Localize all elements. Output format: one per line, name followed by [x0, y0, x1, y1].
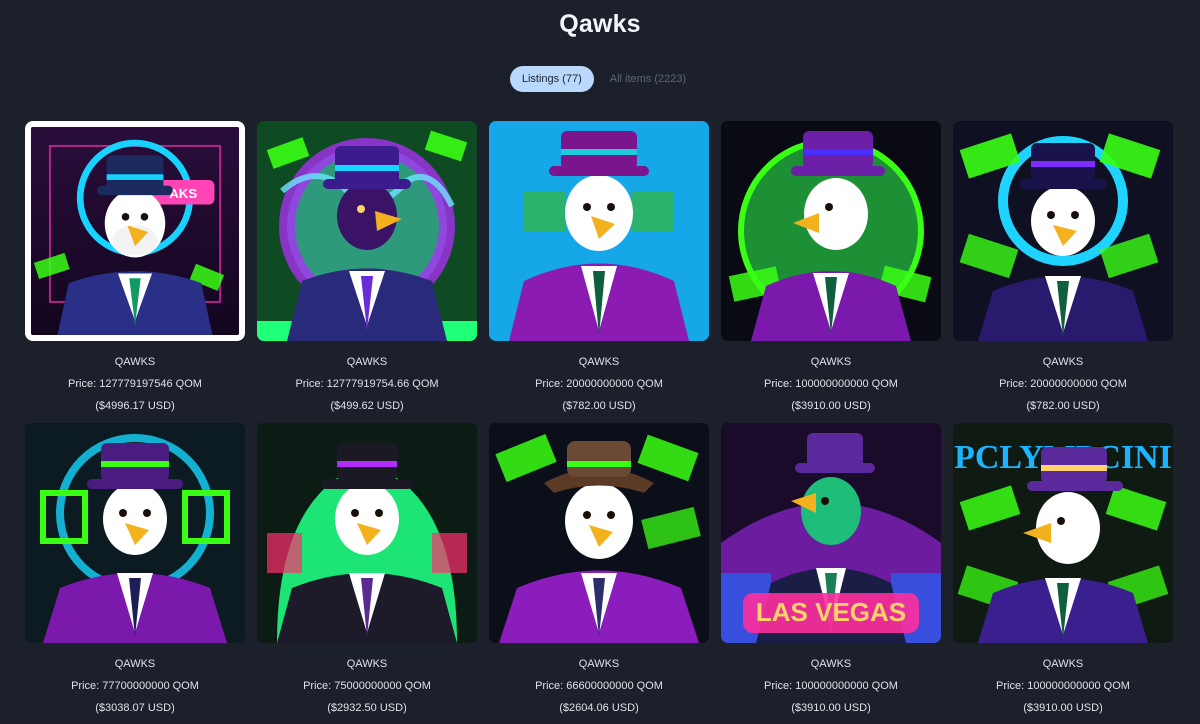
- item-price: Price: 66600000000 QOM: [535, 680, 663, 692]
- item-name: QAWKS: [1042, 356, 1084, 368]
- nft-card[interactable]: QAWKS Price: 75000000000 QOM ($2932.50 U…: [257, 423, 477, 715]
- eagle-portrait-image: [953, 121, 1173, 341]
- nft-card[interactable]: QAWKS Price: 77700000000 QOM ($3038.07 U…: [25, 423, 245, 715]
- art-sign-text: LAS VEGAS: [756, 597, 906, 627]
- items-grid: AKS QAWKS Price: 127779197546 QOM ($4996…: [25, 121, 1175, 715]
- item-name: QAWKS: [114, 658, 156, 670]
- nft-card[interactable]: QAWKS Price: 66600000000 QOM ($2604.06 U…: [489, 423, 709, 715]
- eagle-portrait-image: [257, 423, 477, 643]
- item-usd-price: ($3038.07 USD): [95, 702, 175, 714]
- item-usd-price: ($782.00 USD): [562, 400, 636, 412]
- eagle-portrait-image: PCLYMPCINI: [953, 423, 1173, 643]
- nft-thumbnail[interactable]: [25, 423, 245, 643]
- item-price: Price: 100000000000 QOM: [996, 680, 1130, 692]
- item-name: QAWKS: [810, 658, 852, 670]
- item-usd-price: ($3910.00 USD): [791, 400, 871, 412]
- item-usd-price: ($4996.17 USD): [95, 400, 175, 412]
- item-usd-price: ($782.00 USD): [1026, 400, 1100, 412]
- tab-all-items[interactable]: All items (2223): [606, 66, 690, 92]
- nft-thumbnail[interactable]: LAS VEGAS: [721, 423, 941, 643]
- item-name: QAWKS: [810, 356, 852, 368]
- nft-thumbnail[interactable]: [953, 121, 1173, 341]
- nft-card[interactable]: QAWKS Price: 20000000000 QOM ($782.00 US…: [953, 121, 1173, 413]
- art-sign-text: AKS: [169, 186, 197, 201]
- nft-thumbnail[interactable]: PCLYMPCINI: [953, 423, 1173, 643]
- item-price: Price: 77700000000 QOM: [71, 680, 199, 692]
- item-price: Price: 75000000000 QOM: [303, 680, 431, 692]
- nft-card[interactable]: QAWKS Price: 100000000000 QOM ($3910.00 …: [721, 121, 941, 413]
- eagle-portrait-image: [489, 423, 709, 643]
- item-usd-price: ($2932.50 USD): [327, 702, 407, 714]
- item-usd-price: ($3910.00 USD): [791, 702, 871, 714]
- nft-card[interactable]: AKS QAWKS Price: 127779197546 QOM ($4996…: [25, 121, 245, 413]
- item-price: Price: 100000000000 QOM: [764, 378, 898, 390]
- nft-card[interactable]: LAS VEGAS QAWKS Price: 100000000000 QOM …: [721, 423, 941, 715]
- item-usd-price: ($3910.00 USD): [1023, 702, 1103, 714]
- item-price: Price: 127779197546 QOM: [68, 378, 202, 390]
- tab-bar: Listings (77) All items (2223): [0, 66, 1200, 92]
- nft-card[interactable]: QAWKS Price: 20000000000 QOM ($782.00 US…: [489, 121, 709, 413]
- item-usd-price: ($499.62 USD): [330, 400, 404, 412]
- item-name: QAWKS: [346, 658, 388, 670]
- eagle-portrait-image: LAS VEGAS: [721, 423, 941, 643]
- eagle-portrait-image: [721, 121, 941, 341]
- nft-thumbnail[interactable]: [257, 121, 477, 341]
- nft-thumbnail[interactable]: [489, 423, 709, 643]
- item-name: QAWKS: [578, 658, 620, 670]
- eagle-portrait-image: [489, 121, 709, 341]
- eagle-portrait-image: [257, 121, 477, 341]
- item-price: Price: 20000000000 QOM: [999, 378, 1127, 390]
- page: Qawks Listings (77) All items (2223) AKS…: [0, 0, 1200, 724]
- nft-thumbnail[interactable]: [721, 121, 941, 341]
- tab-listings[interactable]: Listings (77): [509, 66, 594, 92]
- item-usd-price: ($2604.06 USD): [559, 702, 639, 714]
- nft-thumbnail[interactable]: AKS: [25, 121, 245, 341]
- nft-card[interactable]: QAWKS Price: 12777919754.66 QOM ($499.62…: [257, 121, 477, 413]
- nft-thumbnail[interactable]: [257, 423, 477, 643]
- item-price: Price: 20000000000 QOM: [535, 378, 663, 390]
- item-name: QAWKS: [114, 356, 156, 368]
- page-title: Qawks: [559, 10, 641, 38]
- nft-thumbnail[interactable]: [489, 121, 709, 341]
- nft-card[interactable]: PCLYMPCINI QAWKS P: [953, 423, 1173, 715]
- item-price: Price: 100000000000 QOM: [764, 680, 898, 692]
- eagle-portrait-image: AKS: [31, 127, 239, 335]
- item-price: Price: 12777919754.66 QOM: [295, 378, 439, 390]
- item-name: QAWKS: [346, 356, 388, 368]
- item-name: QAWKS: [578, 356, 620, 368]
- eagle-portrait-image: [25, 423, 245, 643]
- item-name: QAWKS: [1042, 658, 1084, 670]
